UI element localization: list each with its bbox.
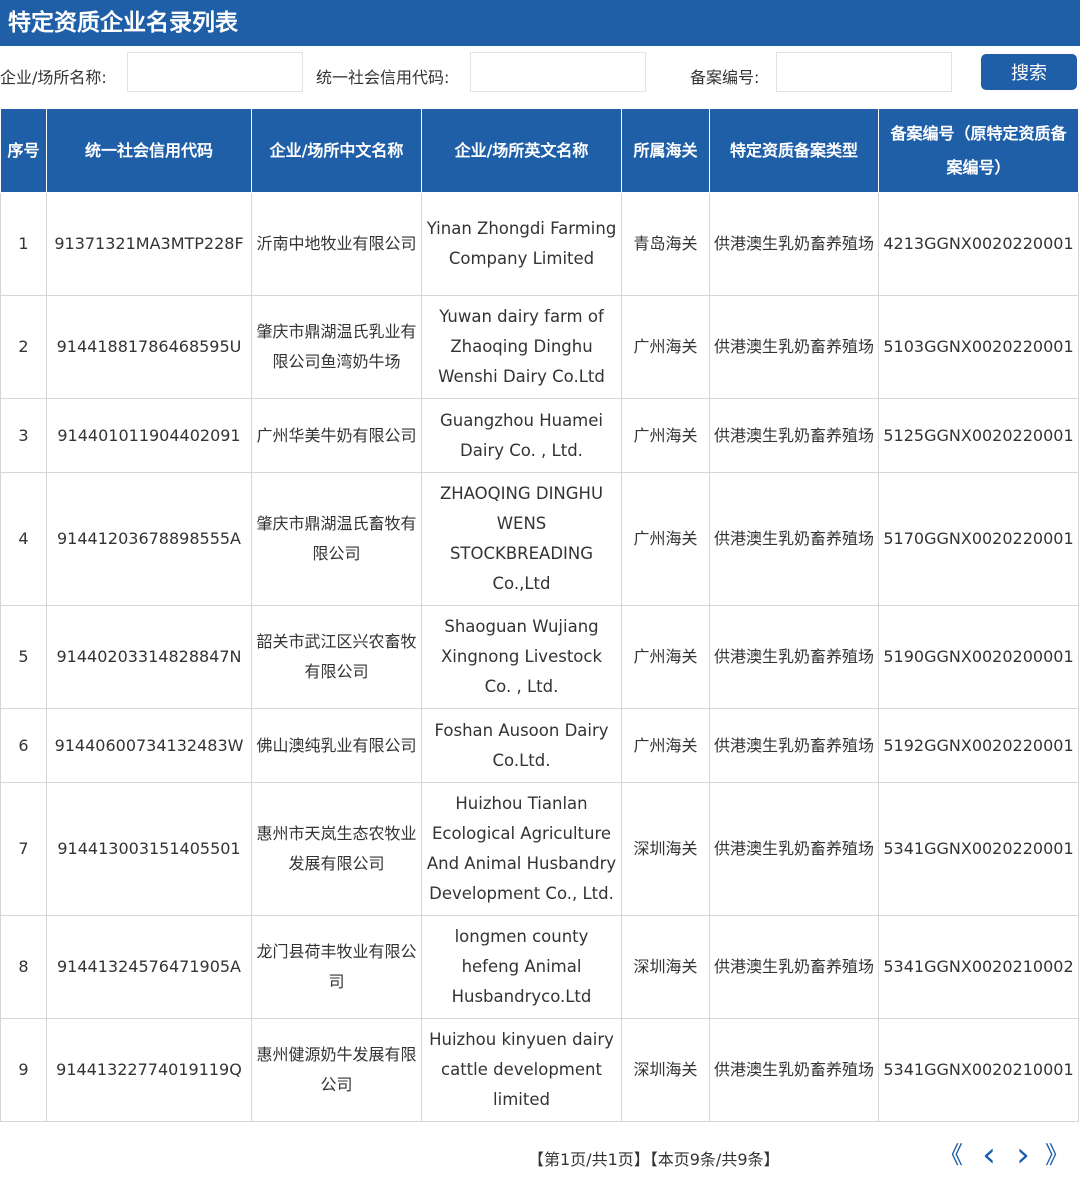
last-page-icon[interactable]: 》 [1042,1140,1072,1170]
cell-en-name: Shaoguan Wujiang Xingnong Livestock Co. … [421,605,622,709]
cell-en-name: Guangzhou Huamei Dairy Co. , Ltd. [421,398,622,473]
cell-customs: 广州海关 [621,708,710,783]
search-button[interactable]: 搜索 [981,54,1077,90]
cell-customs: 广州海关 [621,472,710,606]
cell-type: 供港澳生乳奶畜养殖场 [709,472,879,606]
table-row: 2 91441881786468595U 肇庆市鼎湖温氏乳业有限公司鱼湾奶牛场 … [0,295,1079,399]
cell-customs: 深圳海关 [621,915,710,1019]
table-row: 8 91441324576471905A 龙门县荷丰牧业有限公司 longmen… [0,915,1079,1019]
cell-type: 供港澳生乳奶畜养殖场 [709,708,879,783]
cell-no: 1 [0,192,47,296]
header-record: 备案编号（原特定资质备案编号） [878,108,1079,193]
pager-info: 【第1页/共1页】【本页9条/共9条】 [528,1150,780,1169]
cell-type: 供港澳生乳奶畜养殖场 [709,398,879,473]
cell-no: 6 [0,708,47,783]
cell-record: 5125GGNX0020220001 [878,398,1079,473]
record-label: 备案编号: [690,68,760,87]
code-label: 统一社会信用代码: [316,68,450,87]
cell-cn-name: 广州华美牛奶有限公司 [251,398,422,473]
cell-code: 91440203314828847N [46,605,252,709]
next-page-icon[interactable]: › [1008,1138,1038,1172]
table-row: 1 91371321MA3MTP228F 沂南中地牧业有限公司 Yinan Zh… [0,192,1079,296]
cell-en-name: Yinan Zhongdi Farming Company Limited [421,192,622,296]
cell-cn-name: 韶关市武江区兴农畜牧有限公司 [251,605,422,709]
cell-record: 5103GGNX0020220001 [878,295,1079,399]
cell-record: 4213GGNX0020220001 [878,192,1079,296]
cell-no: 2 [0,295,47,399]
cell-record: 5190GGNX0020200001 [878,605,1079,709]
cell-code: 91441881786468595U [46,295,252,399]
code-input[interactable] [470,52,646,92]
page-title: 特定资质企业名录列表 [0,0,1080,46]
cell-no: 8 [0,915,47,1019]
name-label: 企业/场所名称: [0,68,107,87]
cell-type: 供港澳生乳奶畜养殖场 [709,295,879,399]
cell-code: 914401011904402091 [46,398,252,473]
cell-code: 91440600734132483W [46,708,252,783]
cell-type: 供港澳生乳奶畜养殖场 [709,782,879,916]
record-input[interactable] [776,52,952,92]
cell-code: 91441322774019119Q [46,1018,252,1122]
cell-customs: 广州海关 [621,295,710,399]
cell-cn-name: 惠州健源奶牛发展有限公司 [251,1018,422,1122]
cell-no: 9 [0,1018,47,1122]
cell-customs: 广州海关 [621,398,710,473]
cell-cn-name: 肇庆市鼎湖温氏乳业有限公司鱼湾奶牛场 [251,295,422,399]
cell-customs: 青岛海关 [621,192,710,296]
cell-customs: 深圳海关 [621,1018,710,1122]
cell-cn-name: 龙门县荷丰牧业有限公司 [251,915,422,1019]
pagination: 【第1页/共1页】【本页9条/共9条】 《 ‹ › 》 [0,1118,1080,1177]
cell-record: 5341GGNX0020210001 [878,1018,1079,1122]
name-input[interactable] [127,52,303,92]
search-bar: 企业/场所名称: 统一社会信用代码: 备案编号: 搜索 [0,46,1080,106]
cell-en-name: ZHAOQING DINGHU WENS STOCKBREADING Co.,L… [421,472,622,606]
cell-no: 5 [0,605,47,709]
cell-en-name: Huizhou kinyuen dairy cattle development… [421,1018,622,1122]
cell-type: 供港澳生乳奶畜养殖场 [709,1018,879,1122]
first-page-icon[interactable]: 《 [936,1140,966,1170]
cell-no: 7 [0,782,47,916]
cell-code: 91441324576471905A [46,915,252,1019]
table-row: 6 91440600734132483W 佛山澳纯乳业有限公司 Foshan A… [0,708,1079,783]
cell-record: 5341GGNX0020220001 [878,782,1079,916]
cell-type: 供港澳生乳奶畜养殖场 [709,605,879,709]
table-header-row: 序号 统一社会信用代码 企业/场所中文名称 企业/场所英文名称 所属海关 特定资… [0,108,1079,193]
prev-page-icon[interactable]: ‹ [974,1138,1004,1172]
cell-code: 91441203678898555A [46,472,252,606]
cell-cn-name: 佛山澳纯乳业有限公司 [251,708,422,783]
cell-record: 5192GGNX0020220001 [878,708,1079,783]
header-no: 序号 [0,108,47,193]
header-code: 统一社会信用代码 [46,108,252,193]
cell-customs: 广州海关 [621,605,710,709]
table-row: 7 914413003151405501 惠州市天岚生态农牧业发展有限公司 Hu… [0,782,1079,916]
cell-customs: 深圳海关 [621,782,710,916]
cell-en-name: Foshan Ausoon Dairy Co.Ltd. [421,708,622,783]
cell-cn-name: 惠州市天岚生态农牧业发展有限公司 [251,782,422,916]
cell-no: 4 [0,472,47,606]
cell-record: 5341GGNX0020210002 [878,915,1079,1019]
cell-cn-name: 沂南中地牧业有限公司 [251,192,422,296]
cell-code: 914413003151405501 [46,782,252,916]
cell-type: 供港澳生乳奶畜养殖场 [709,192,879,296]
records-table: 序号 统一社会信用代码 企业/场所中文名称 企业/场所英文名称 所属海关 特定资… [0,108,1079,1122]
table-row: 9 91441322774019119Q 惠州健源奶牛发展有限公司 Huizho… [0,1018,1079,1122]
cell-cn-name: 肇庆市鼎湖温氏畜牧有限公司 [251,472,422,606]
cell-en-name: longmen county hefeng Animal Husbandryco… [421,915,622,1019]
cell-code: 91371321MA3MTP228F [46,192,252,296]
cell-no: 3 [0,398,47,473]
table-row: 4 91441203678898555A 肇庆市鼎湖温氏畜牧有限公司 ZHAOQ… [0,472,1079,606]
cell-record: 5170GGNX0020220001 [878,472,1079,606]
table-row: 5 91440203314828847N 韶关市武江区兴农畜牧有限公司 Shao… [0,605,1079,709]
table-row: 3 914401011904402091 广州华美牛奶有限公司 Guangzho… [0,398,1079,473]
cell-en-name: Huizhou Tianlan Ecological Agriculture A… [421,782,622,916]
header-en-name: 企业/场所英文名称 [421,108,622,193]
header-type: 特定资质备案类型 [709,108,879,193]
cell-type: 供港澳生乳奶畜养殖场 [709,915,879,1019]
header-customs: 所属海关 [621,108,710,193]
cell-en-name: Yuwan dairy farm of Zhaoqing Dinghu Wens… [421,295,622,399]
header-cn-name: 企业/场所中文名称 [251,108,422,193]
